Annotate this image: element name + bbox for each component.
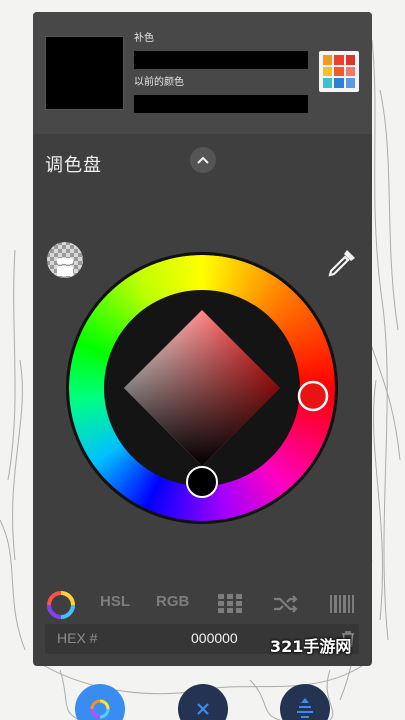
palette-library-icon[interactable]	[319, 51, 359, 92]
complementary-label: 补色	[134, 33, 154, 44]
collapse-button[interactable]	[190, 147, 216, 173]
color-wheel-icon	[90, 699, 110, 719]
color-picker-panel: 补色 以前的颜色 调色盘 HSL RGB HEX # 000000	[33, 12, 372, 666]
previous-color-label: 以前的颜色	[134, 77, 184, 88]
previous-color-bar[interactable]	[134, 95, 308, 113]
current-color-swatch[interactable]	[45, 36, 124, 110]
swatch-grid-icon[interactable]	[218, 594, 242, 614]
hex-value-input[interactable]: 000000	[191, 630, 238, 646]
hex-label: HEX #	[57, 630, 98, 646]
shuffle-icon[interactable]	[273, 594, 299, 614]
watermark-text: 321手游网	[270, 637, 352, 656]
hsl-mode-tab[interactable]: HSL	[100, 592, 130, 612]
layers-icon	[297, 698, 313, 718]
color-header: 补色 以前的颜色	[33, 12, 372, 134]
close-icon	[197, 703, 209, 715]
shade-selector[interactable]	[186, 466, 218, 498]
sliders-mode-icon[interactable]	[330, 595, 354, 613]
palette-title: 调色盘	[45, 155, 102, 176]
rgb-mode-tab[interactable]: RGB	[156, 592, 189, 612]
picker-mode-bar: HSL RGB	[33, 585, 372, 623]
color-wheel-mode-icon[interactable]	[46, 590, 76, 620]
chevron-up-icon	[197, 156, 209, 164]
color-wheel[interactable]	[66, 240, 338, 537]
hue-selector[interactable]	[297, 380, 329, 412]
complementary-color-bar[interactable]	[134, 51, 308, 69]
